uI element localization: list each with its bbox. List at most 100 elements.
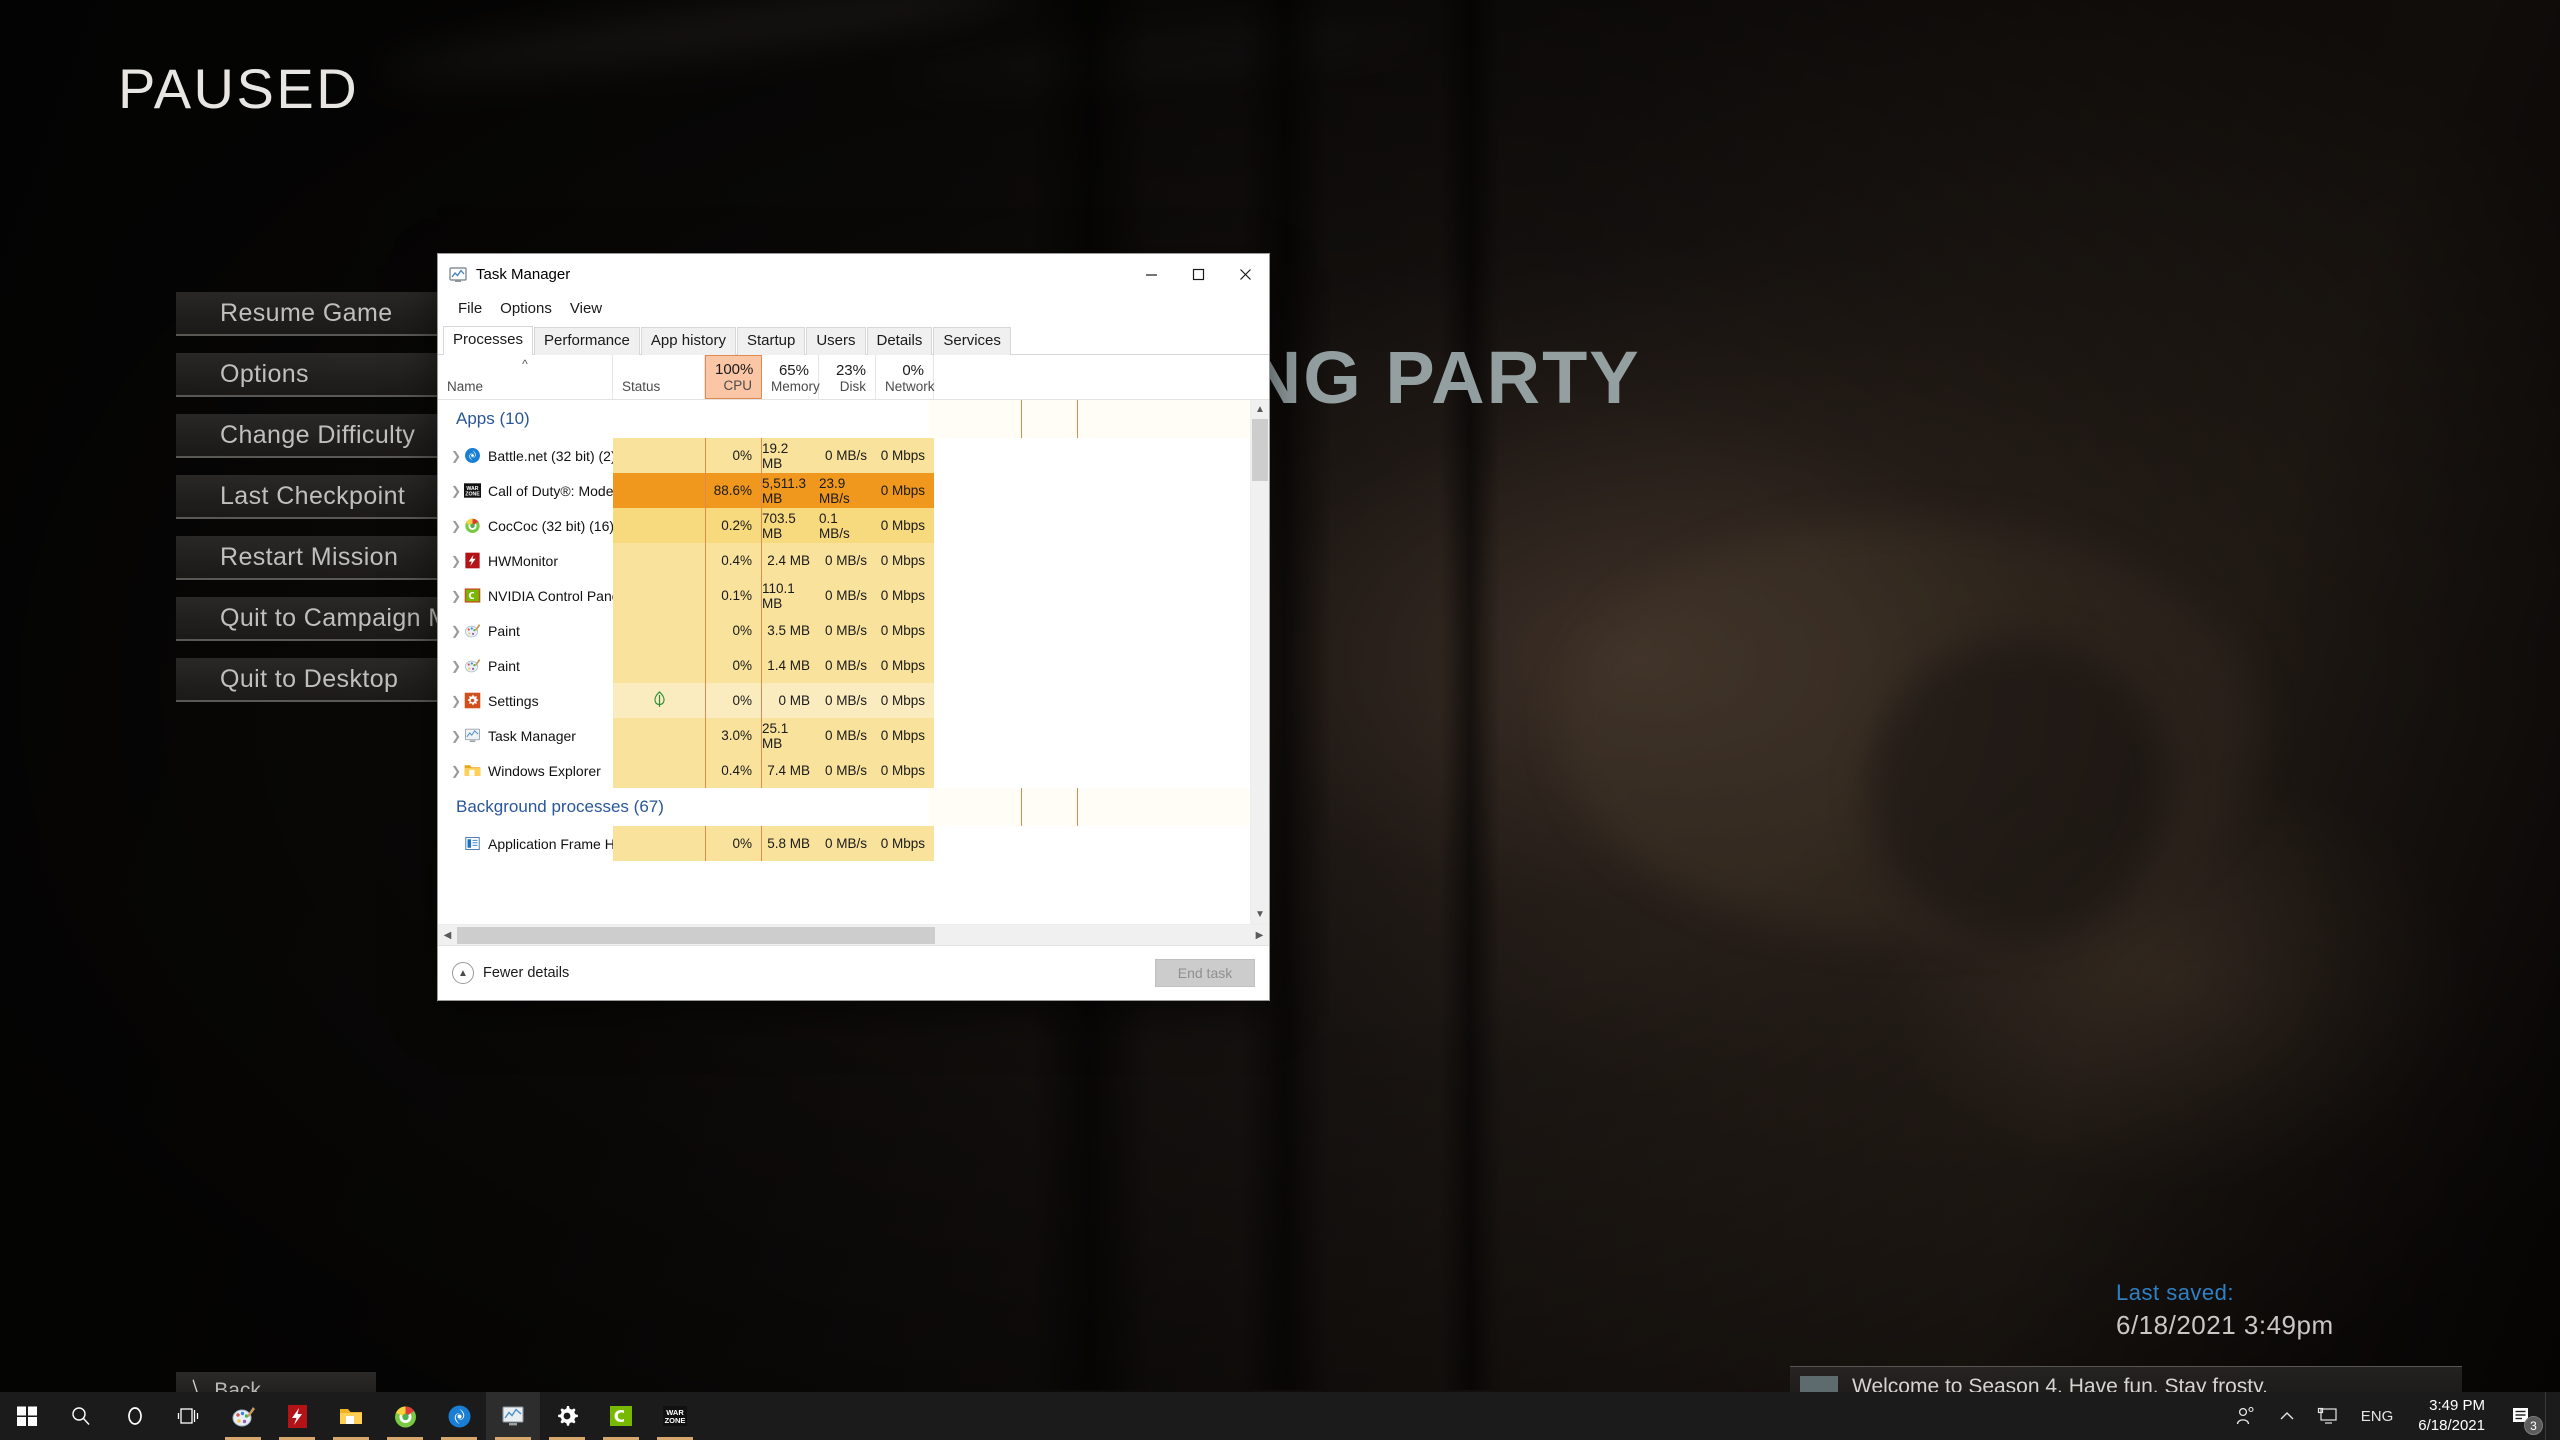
paint-taskbar-icon[interactable] — [216, 1392, 270, 1440]
column-header-name[interactable]: ^ Name — [438, 355, 613, 399]
scroll-down-arrow-icon[interactable]: ▼ — [1251, 905, 1269, 924]
expand-chevron-icon[interactable]: ❯ — [448, 589, 464, 603]
window-titlebar[interactable]: Task Manager — [438, 254, 1269, 295]
tab-details[interactable]: Details — [866, 327, 933, 355]
tab-processes[interactable]: Processes — [443, 326, 534, 355]
task-view-button[interactable] — [162, 1392, 216, 1440]
table-row[interactable]: ❯ CocCoc (32 bit) (16) 0.2% 703.5 MB 0.1… — [438, 508, 1250, 543]
settings-taskbar-icon[interactable] — [540, 1392, 594, 1440]
process-name-cell[interactable]: Application Frame Host — [438, 826, 613, 861]
process-name: Task Manager — [488, 727, 576, 744]
table-row[interactable]: ❯ Battle.net (32 bit) (2) 0% 19.2 MB 0 M… — [438, 438, 1250, 473]
column-header-memory[interactable]: 65% Memory — [762, 355, 820, 399]
tab-app-history[interactable]: App history — [640, 327, 736, 355]
search-button[interactable] — [54, 1392, 108, 1440]
column-header-status[interactable]: Status — [613, 355, 705, 399]
table-row[interactable]: ❯ Settings 0% 0 MB 0 MB/s 0 Mbps — [438, 683, 1250, 718]
tab-users[interactable]: Users — [806, 327, 866, 355]
appframehost-icon — [464, 835, 481, 852]
table-row[interactable]: Application Frame Host 0% 5.8 MB 0 MB/s … — [438, 826, 1250, 861]
clock[interactable]: 3:49 PM 6/18/2021 — [2404, 1392, 2499, 1440]
process-name-cell[interactable]: ❯ Settings — [438, 683, 613, 718]
fewer-details-label: Fewer details — [483, 965, 570, 981]
vertical-scrollbar[interactable]: ▲ ▼ — [1250, 400, 1269, 924]
horizontal-scrollbar-thumb[interactable] — [457, 927, 935, 944]
column-header-network[interactable]: 0% Network — [876, 355, 935, 399]
group-header-background-processes[interactable]: Background processes (67) — [438, 788, 1250, 826]
table-row[interactable]: ❯ Paint 0% 1.4 MB 0 MB/s 0 Mbps — [438, 648, 1250, 683]
process-name-cell[interactable]: ❯ NVIDIA Control Panel — [438, 578, 613, 613]
coccoc-icon — [464, 517, 481, 534]
process-cpu-cell: 0% — [705, 438, 762, 473]
expand-chevron-icon[interactable]: ❯ — [448, 694, 464, 708]
process-name-cell[interactable]: ❯ Paint — [438, 613, 613, 648]
expand-chevron-icon[interactable]: ❯ — [448, 554, 464, 568]
process-memory-cell: 3.5 MB — [762, 613, 819, 648]
process-memory-cell: 25.1 MB — [762, 718, 819, 753]
hwmonitor-taskbar-icon[interactable] — [270, 1392, 324, 1440]
expand-chevron-icon[interactable]: ❯ — [448, 659, 464, 673]
tab-startup[interactable]: Startup — [736, 327, 806, 355]
table-row[interactable]: ❯ Paint 0% 3.5 MB 0 MB/s 0 Mbps — [438, 613, 1250, 648]
table-row[interactable]: ❯ Task Manager 3.0% 25.1 MB 0 MB/s 0 Mbp… — [438, 718, 1250, 753]
close-button[interactable] — [1222, 254, 1269, 295]
vertical-scrollbar-thumb[interactable] — [1252, 419, 1268, 481]
table-row[interactable]: ❯ HWMonitor 0.4% 2.4 MB 0 MB/s 0 Mbps — [438, 543, 1250, 578]
group-header-apps[interactable]: Apps (10) — [438, 400, 1250, 438]
notification-center-button[interactable]: 3 — [2499, 1392, 2545, 1440]
table-row[interactable]: ❯ WARZONE Call of Duty®: Modern Warfare®… — [438, 473, 1250, 508]
fewer-details-button[interactable]: ▲ Fewer details — [452, 962, 569, 984]
process-status-cell — [613, 648, 705, 683]
table-row[interactable]: ❯ Windows Explorer 0.4% 7.4 MB 0 MB/s 0 … — [438, 753, 1250, 788]
explorer-taskbar-icon[interactable] — [324, 1392, 378, 1440]
process-cpu-cell: 88.6% — [705, 473, 762, 508]
expand-chevron-icon[interactable]: ❯ — [448, 729, 464, 743]
expand-chevron-icon[interactable]: ❯ — [448, 624, 464, 638]
scroll-left-arrow-icon[interactable]: ◀ — [438, 930, 457, 941]
scroll-up-arrow-icon[interactable]: ▲ — [1251, 400, 1269, 419]
process-name-cell[interactable]: ❯ Battle.net (32 bit) (2) — [438, 438, 613, 473]
end-task-button[interactable]: End task — [1155, 959, 1255, 987]
expand-chevron-icon[interactable]: ❯ — [448, 519, 464, 533]
show-desktop-button[interactable] — [2545, 1392, 2554, 1440]
table-row[interactable]: ❯ NVIDIA Control Panel 0.1% 110.1 MB 0 M… — [438, 578, 1250, 613]
group-network-cell — [1192, 400, 1250, 438]
svg-text:ZONE: ZONE — [665, 1416, 686, 1425]
task-manager-icon — [464, 727, 481, 744]
cortana-button[interactable] — [108, 1392, 162, 1440]
maximize-button[interactable] — [1175, 254, 1222, 295]
horizontal-scrollbar[interactable]: ◀ ▶ — [438, 924, 1269, 945]
process-status-cell — [613, 508, 705, 543]
menu-options[interactable]: Options — [491, 298, 561, 319]
tab-performance[interactable]: Performance — [534, 327, 640, 355]
chevron-up-icon[interactable] — [2268, 1392, 2306, 1440]
column-header-cpu[interactable]: 100% CPU — [705, 355, 762, 399]
process-name-cell[interactable]: ❯ Paint — [438, 648, 613, 683]
task-manager-icon — [449, 266, 467, 284]
tab-services[interactable]: Services — [933, 327, 1011, 355]
warzone-taskbar-icon[interactable]: WAR ZONE — [648, 1392, 702, 1440]
taskmanager-taskbar-icon[interactable] — [486, 1392, 540, 1440]
process-name-cell[interactable]: ❯ Task Manager — [438, 718, 613, 753]
process-name-cell[interactable]: ❯ Windows Explorer — [438, 753, 613, 788]
coccoc-taskbar-icon[interactable] — [378, 1392, 432, 1440]
expand-chevron-icon[interactable]: ❯ — [448, 484, 464, 498]
process-disk-cell: 0.1 MB/s — [819, 508, 876, 543]
process-name-cell[interactable]: ❯ WARZONE Call of Duty®: Modern Warfare® — [438, 473, 613, 508]
start-button[interactable] — [0, 1392, 54, 1440]
language-indicator[interactable]: ENG — [2350, 1392, 2405, 1440]
process-name-cell[interactable]: ❯ CocCoc (32 bit) (16) — [438, 508, 613, 543]
menu-file[interactable]: File — [449, 298, 491, 319]
menu-view[interactable]: View — [561, 298, 611, 319]
people-icon[interactable] — [2224, 1392, 2268, 1440]
column-header-disk-pct: 23% — [835, 362, 866, 379]
column-header-disk[interactable]: 23% Disk — [819, 355, 876, 399]
scroll-right-arrow-icon[interactable]: ▶ — [1250, 930, 1269, 941]
battlenet-taskbar-icon[interactable] — [432, 1392, 486, 1440]
minimize-button[interactable] — [1128, 254, 1175, 295]
expand-chevron-icon[interactable]: ❯ — [448, 764, 464, 778]
expand-chevron-icon[interactable]: ❯ — [448, 449, 464, 463]
process-name-cell[interactable]: ❯ HWMonitor — [438, 543, 613, 578]
monitor-icon[interactable] — [2306, 1392, 2350, 1440]
nvidia-taskbar-icon[interactable] — [594, 1392, 648, 1440]
